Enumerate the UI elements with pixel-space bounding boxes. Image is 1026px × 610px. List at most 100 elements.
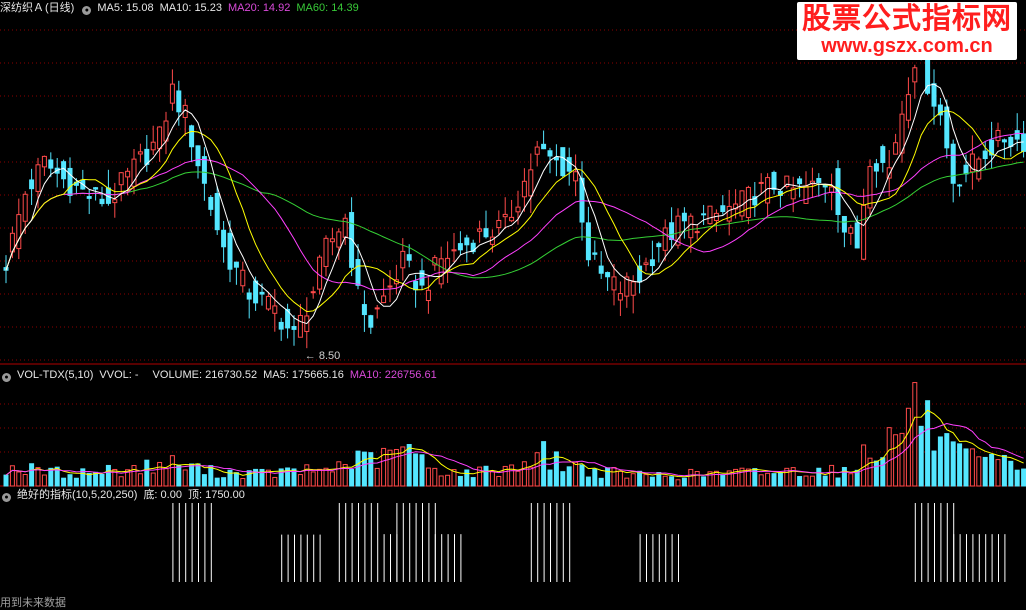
candle-up (374, 307, 380, 310)
candle-down (259, 291, 265, 295)
volume-bar-up (624, 477, 630, 487)
candle-up (16, 214, 22, 250)
volume-bar-up (329, 471, 335, 487)
candle-up (381, 295, 387, 304)
candle-up (521, 180, 527, 198)
volume-bar-up (169, 455, 175, 487)
volume-bar-down (771, 473, 777, 487)
indicator-toggle-icon[interactable]: ● (2, 493, 11, 502)
vol-indicator-name: VOL-TDX(5,10) (17, 369, 94, 381)
candle-down (880, 146, 886, 163)
volume-bar-down (835, 477, 841, 487)
candle-up (688, 215, 694, 239)
volume-bar-down (61, 477, 67, 487)
volume-bar-down (585, 476, 591, 487)
logo-title: 股票公式指标网 (801, 3, 1012, 35)
volume-bar-down (592, 468, 598, 487)
volume-bar-down (246, 470, 252, 487)
volume-bar-down (189, 463, 195, 487)
candle-down (246, 292, 252, 300)
volume-bar-down (566, 466, 572, 487)
volume-bar-down (86, 472, 92, 487)
candle-down (483, 228, 489, 238)
settings-toggle-icon[interactable]: ● (82, 6, 92, 15)
volume-bar-up (432, 467, 438, 487)
volume-bar-up (157, 461, 163, 487)
candle-up (848, 227, 854, 234)
volume-bar-down (214, 477, 220, 487)
volume-bar-down (48, 467, 54, 487)
volume-bar-up (893, 434, 899, 487)
candle-up (912, 67, 918, 83)
candle-down (822, 184, 828, 188)
volume-bar-up (336, 461, 342, 487)
volume-header: ● VOL-TDX(5,10) VVOL: - VOLUME: 216730.52 MA… (0, 367, 443, 383)
volume-bar-down (598, 477, 604, 487)
volume-bar-up (912, 382, 918, 487)
candle-down (950, 143, 956, 184)
volume-bar-up (515, 470, 521, 487)
volume-bar-down (720, 474, 726, 487)
volume-bar-up (765, 472, 771, 487)
volume-bar-down (937, 436, 943, 487)
candle-up (803, 185, 809, 204)
volume-bar-up (758, 474, 764, 487)
volume-bar-up (534, 452, 540, 487)
low-price-marker: ← 8.50 (304, 350, 341, 363)
volume-bar-down (579, 464, 585, 487)
volume-toggle-icon[interactable]: ● (2, 373, 11, 382)
candle-up (611, 276, 617, 291)
candle-down (854, 222, 860, 249)
volume-bar-down (208, 465, 214, 487)
candle-up (861, 204, 867, 260)
candle-down (957, 184, 963, 187)
volume-bar-down (925, 400, 931, 487)
candle-up (528, 169, 534, 197)
indicator-name: 绝好的指标(10,5,20,250) (17, 489, 138, 501)
volume-bar-up (573, 461, 579, 487)
candle-up (707, 205, 713, 225)
volume-bar-up (163, 468, 169, 487)
volume-bar-up (374, 467, 380, 487)
volume-bar-up (509, 464, 515, 487)
candle-up (297, 314, 303, 338)
candle-up (272, 305, 278, 314)
candle-down (413, 280, 419, 291)
low-price-value: 8.50 (318, 350, 341, 363)
candle-down (176, 90, 182, 113)
volume-bar-down (637, 470, 643, 487)
volume-bar-up (489, 470, 495, 487)
volume-bar-down (464, 469, 470, 487)
candle-down (656, 243, 662, 248)
candle-down (598, 265, 604, 274)
volume-bar-down (797, 476, 803, 487)
candle-up (451, 249, 457, 252)
candle-up (35, 164, 41, 192)
volume-bar-up (886, 427, 892, 487)
volume-bar-down (144, 459, 150, 487)
volume-bar-up (150, 472, 156, 487)
volume-bar-down (1001, 454, 1007, 487)
candle-down (233, 261, 239, 268)
candle-down (291, 326, 297, 330)
volume-bar-up (848, 473, 854, 487)
volume-bar-up (445, 474, 451, 487)
candle-up (758, 181, 764, 184)
candle-down (361, 304, 367, 316)
candle-down (553, 157, 559, 161)
volume-bar-up (41, 474, 47, 487)
volume-bar-down (3, 474, 9, 487)
candle-down (1001, 139, 1007, 143)
candle-down (195, 145, 201, 167)
candle-up (387, 285, 393, 288)
volume-bar-down (176, 465, 182, 487)
volume-bar-up (803, 475, 809, 487)
volume-bar-up (137, 473, 143, 487)
candle-up (630, 281, 636, 296)
candle-down (99, 198, 105, 205)
price-header: 深纺织Ａ(日线) ● MA5: 15.08 MA10: 15.23 MA20: 14.9… (0, 0, 365, 16)
candle-up (662, 227, 668, 251)
candle-up (438, 258, 444, 285)
candle-down (797, 178, 803, 185)
candle-down (649, 259, 655, 267)
